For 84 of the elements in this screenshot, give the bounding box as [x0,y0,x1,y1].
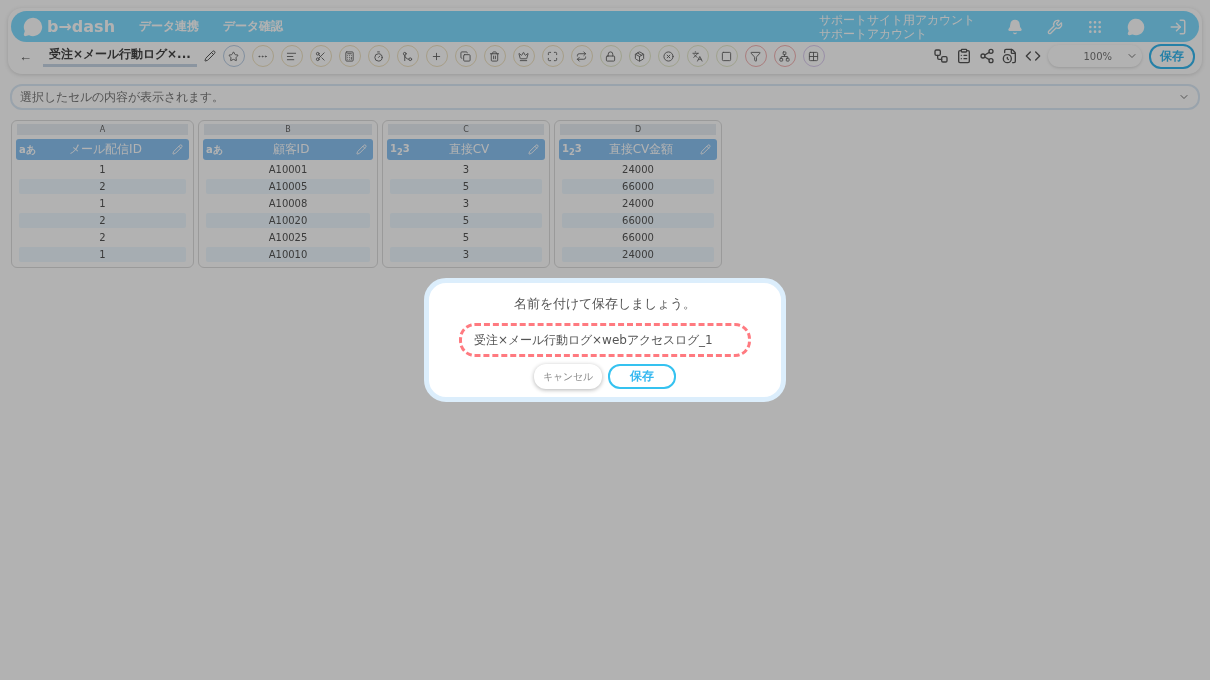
flow-icon[interactable] [933,48,949,64]
account-name: サポートサイト用アカウント [819,12,975,27]
bell-icon[interactable] [1007,18,1023,35]
column-header[interactable]: aあ 顧客ID [203,139,373,160]
cell-content-placeholder: 選択したセルの内容が表示されます。 [20,88,224,106]
merge-icon[interactable] [396,45,419,67]
expand-icon[interactable] [541,45,564,67]
column-header[interactable]: 1$_{2}$3 直接CV金額 [559,139,717,160]
table-cell: A10010 [206,247,370,262]
table-cell: 66000 [562,213,714,228]
table-cell-text: 5 [461,231,471,245]
table-cell: 24000 [562,247,714,262]
apps-grid-icon[interactable] [1087,18,1103,35]
column-letter: D [560,124,716,135]
table-cell: 2 [19,179,186,194]
chat-icon[interactable] [1127,17,1145,36]
type-label: aあ [206,142,224,157]
edit-icon [356,144,367,155]
type-label: aあ [19,142,37,157]
trash-icon[interactable] [483,45,506,67]
table-cell-text: A10008 [267,197,309,211]
save-button[interactable]: 保存 [608,364,676,389]
column-letter: C [388,124,544,135]
cancel-button[interactable]: キャンセル [534,364,602,389]
table-cell-text: 1 [98,197,107,211]
copy-icon[interactable] [454,45,477,67]
wrench-icon[interactable] [1047,18,1063,35]
name-input-field[interactable]: 受注×メール行動ログ×webアクセスログ_1 [459,323,751,357]
type-label: 1$_{2}$3 [390,142,410,157]
crown-icon[interactable] [512,45,535,67]
table-cell: 5 [390,179,542,194]
table-cell-text: 1 [98,163,107,177]
workflow-title[interactable]: 受注×メール行動ログ×... [43,45,197,67]
close-circle-icon[interactable] [657,45,680,67]
plus-icon[interactable] [425,45,448,67]
nav-link[interactable]: データ確認 [223,18,284,35]
column-letter: A [17,124,188,135]
column-letter: B [204,124,372,135]
table-cell: 1 [19,247,186,262]
type-label: 1$_{2}$3 [562,142,582,157]
edit-icon [700,144,711,155]
share-icon[interactable] [979,48,995,64]
repeat-icon[interactable] [570,45,593,67]
table-cell: A10005 [206,179,370,194]
table-cell-text: 3 [461,163,471,177]
table-cell-text: A10025 [267,231,309,245]
logo[interactable]: b→dash [23,16,116,37]
nav-link[interactable]: データ連携 [139,18,200,35]
back-button[interactable]: ← [15,48,36,64]
text-icon[interactable] [280,45,303,67]
calculator-icon[interactable] [338,45,361,67]
package-icon[interactable] [628,45,651,67]
edit-icon [528,144,539,155]
column-header[interactable]: 1$_{2}$3 直接CV [387,139,545,160]
table-cell: 66000 [562,179,714,194]
grid-icon[interactable] [802,45,825,67]
cell-content-bar[interactable]: 選択したセルの内容が表示されます。 [10,84,1200,110]
save-button[interactable]: 保存 [1149,43,1195,69]
clipboard-icon[interactable] [956,48,972,64]
table-cell: 5 [390,213,542,228]
column-header[interactable]: aあ メール配信ID [16,139,189,160]
edit-icon [172,144,183,155]
table-cell: 2 [19,213,186,228]
table-cell-text: 2 [98,231,107,245]
login-icon[interactable] [1169,17,1187,36]
table-cell-text: 24000 [621,163,655,177]
timer-icon[interactable] [367,45,390,67]
code-icon[interactable] [1025,48,1041,64]
scissors-icon[interactable] [309,45,332,67]
table-cell: 3 [390,247,542,262]
edit-icon[interactable] [203,50,216,62]
translate-icon[interactable] [686,45,709,67]
file-history-icon[interactable] [1002,48,1018,64]
table-cell-text: 3 [461,197,471,211]
table-cell-text: 66000 [621,231,655,245]
filter-icon[interactable] [744,45,767,67]
lock-icon[interactable] [599,45,622,67]
account-name: サポートアカウント [819,26,928,41]
hierarchy-icon[interactable] [773,45,796,67]
table-cell: A10020 [206,213,370,228]
table-cell-text: A10001 [267,163,309,177]
zoom-select[interactable]: 100% [1048,45,1142,67]
table-cell-text: 24000 [621,197,655,211]
dialog-title: 名前を付けて保存しましょう。 [514,295,696,313]
